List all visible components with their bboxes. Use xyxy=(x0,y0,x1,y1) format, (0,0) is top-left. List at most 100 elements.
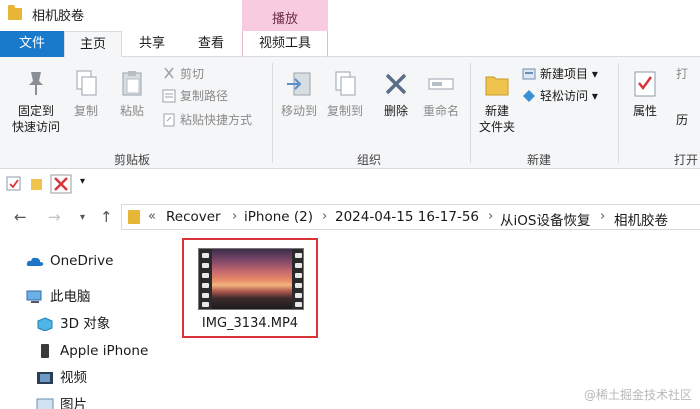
address-folder-icon xyxy=(128,210,140,224)
tab-home[interactable]: 主页 xyxy=(64,31,122,58)
copy-path-button[interactable]: 复制路径 xyxy=(162,87,228,105)
file-item-video[interactable]: IMG_3134.MP4 xyxy=(182,238,318,338)
group-clipboard-label: 剪贴板 xyxy=(114,153,151,167)
tab-file[interactable]: 文件 xyxy=(0,31,64,57)
pin-quick-access-button[interactable]: 固定到 快速访问 xyxy=(8,69,64,135)
paste-button[interactable]: 粘贴 xyxy=(114,69,150,119)
video-thumbnail xyxy=(198,248,304,310)
copy-icon xyxy=(76,70,97,96)
new-folder-icon xyxy=(485,76,509,96)
cut-button[interactable]: 剪切 xyxy=(162,65,204,83)
navigation-bar: ← → ▾ ↑ « Recover › iPhone (2) › 2024-04… xyxy=(0,200,700,234)
move-to-button[interactable]: 移动到 xyxy=(276,69,322,119)
rename-icon xyxy=(428,78,454,90)
crumb-separator[interactable]: › xyxy=(600,209,605,224)
properties-label: 属性 xyxy=(632,104,657,118)
back-arrow-icon[interactable]: ← xyxy=(14,208,27,226)
history-button-partial[interactable]: 历 xyxy=(676,111,688,129)
paste-shortcut-button[interactable]: 粘贴快捷方式 xyxy=(162,111,252,129)
history-partial-label: 历 xyxy=(676,113,689,127)
copy-to-label: 复制到 xyxy=(326,104,363,118)
nav-label-pictures: 图片 xyxy=(60,397,87,409)
crumb-date-folder[interactable]: 2024-04-15 16-17-56 xyxy=(335,209,479,225)
group-organize-label: 组织 xyxy=(357,153,382,167)
new-item-icon xyxy=(522,67,536,81)
pin-label-1: 固定到 xyxy=(17,104,54,118)
crumb-separator[interactable]: › xyxy=(322,209,327,224)
rename-button[interactable]: 重命名 xyxy=(418,69,464,119)
move-to-icon xyxy=(287,72,311,96)
nav-label-this-pc: 此电脑 xyxy=(50,289,91,305)
new-item-dropdown[interactable]: 新建项目 ▾ xyxy=(522,65,598,83)
group-new-label: 新建 xyxy=(527,153,552,167)
recent-chevron-icon[interactable]: ▾ xyxy=(80,212,85,223)
folder-icon xyxy=(8,5,22,20)
address-bar[interactable]: « Recover › iPhone (2) › 2024-04-15 16-1… xyxy=(121,204,700,230)
copy-path-label: 复制路径 xyxy=(180,89,229,103)
copy-button[interactable]: 复制 xyxy=(68,69,104,119)
film-strip-hole xyxy=(295,263,302,268)
new-folder-button[interactable]: 新建 文件夹 xyxy=(474,69,520,135)
context-tab-play[interactable]: 播放 xyxy=(242,0,328,31)
new-folder-label-2: 文件夹 xyxy=(478,120,515,134)
window-title: 相机胶卷 xyxy=(32,9,85,24)
rename-label: 重命名 xyxy=(422,104,459,118)
iphone-device-icon xyxy=(41,344,49,358)
group-open-label: 打开 xyxy=(674,153,699,167)
address-overflow[interactable]: « xyxy=(148,209,156,224)
easy-access-icon xyxy=(522,89,536,103)
pin-label-2: 快速访问 xyxy=(11,120,60,134)
watermark: @稀土掘金技术社区 xyxy=(583,388,692,402)
film-strip-hole xyxy=(202,253,209,258)
easy-access-label: 轻松访问 xyxy=(540,89,589,103)
delete-button[interactable]: 删除 xyxy=(376,69,416,119)
properties-icon xyxy=(634,71,656,97)
up-arrow-icon[interactable]: ↑ xyxy=(100,208,113,226)
tab-share[interactable]: 共享 xyxy=(124,31,180,57)
crumb-iphone[interactable]: iPhone (2) xyxy=(244,209,313,225)
crumb-separator[interactable]: › xyxy=(488,209,493,224)
crumb-camera-roll[interactable]: 相机胶卷 xyxy=(614,209,668,229)
pin-icon xyxy=(29,72,43,95)
paste-shortcut-icon xyxy=(162,113,176,127)
crumb-separator[interactable]: › xyxy=(232,209,237,224)
tab-video-tools[interactable]: 视频工具 xyxy=(242,31,328,57)
film-strip-hole xyxy=(295,302,302,307)
paste-icon xyxy=(122,71,142,96)
tab-view[interactable]: 查看 xyxy=(182,31,240,57)
qat-customize-icon[interactable]: ▾ xyxy=(80,176,85,187)
computer-icon xyxy=(26,290,42,303)
delete-red-x-icon[interactable] xyxy=(50,174,72,194)
film-strip-hole xyxy=(202,263,209,268)
film-strip-hole xyxy=(202,283,209,288)
ribbon-divider xyxy=(618,63,619,163)
delete-x-icon xyxy=(385,73,407,95)
ribbon-tabs: 文件 主页 共享 查看 视频工具 xyxy=(0,31,700,58)
properties-button[interactable]: 属性 xyxy=(626,69,664,119)
easy-access-dropdown[interactable]: 轻松访问 ▾ xyxy=(522,87,598,105)
sunset-thumbnail-image xyxy=(212,249,292,309)
paste-label: 粘贴 xyxy=(119,104,144,118)
film-strip-hole xyxy=(202,273,209,278)
film-strip-hole xyxy=(295,293,302,298)
open-button-partial[interactable]: 打 xyxy=(676,65,688,83)
title-bar: 相机胶卷 播放 xyxy=(0,0,700,31)
file-name-label: IMG_3134.MP4 xyxy=(201,316,299,331)
forward-arrow-icon[interactable]: → xyxy=(48,208,61,226)
film-strip-hole xyxy=(295,253,302,258)
move-to-label: 移动到 xyxy=(280,104,317,118)
onedrive-cloud-icon xyxy=(26,257,44,266)
cut-label: 剪切 xyxy=(180,67,205,81)
new-folder-small-icon[interactable] xyxy=(30,176,44,192)
3d-objects-icon xyxy=(37,317,53,331)
crumb-recover[interactable]: Recover xyxy=(166,209,221,225)
video-folder-icon xyxy=(37,372,53,384)
copy-to-button[interactable]: 复制到 xyxy=(322,69,368,119)
film-strip-hole xyxy=(295,283,302,288)
properties-checkbox-icon[interactable] xyxy=(6,176,22,192)
ribbon: 固定到 快速访问 复制 粘贴 剪切 复制路径 粘贴快捷方式 剪贴板 移动到 复制… xyxy=(0,57,700,169)
open-partial-label: 打 xyxy=(676,67,689,81)
ribbon-divider xyxy=(470,63,471,163)
film-strip-hole xyxy=(202,293,209,298)
crumb-ios-recovery[interactable]: 从iOS设备恢复 xyxy=(500,209,590,229)
